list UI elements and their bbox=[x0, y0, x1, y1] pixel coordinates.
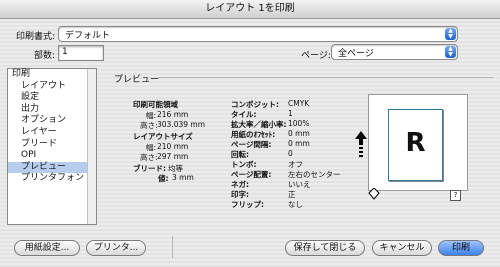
pa-width-value: 216 mm bbox=[157, 110, 189, 119]
popup-arrows-icon: ▲ ▼ bbox=[445, 28, 456, 40]
save-close-button[interactable]: 保存して閉じる bbox=[285, 240, 365, 256]
scale-value: 100% bbox=[288, 119, 310, 128]
bleed-amount-value: 3 mm bbox=[172, 173, 194, 182]
sidebar-item-print[interactable]: 印刷 bbox=[8, 69, 96, 81]
pa-height-label: 高さ: bbox=[140, 121, 158, 130]
tile-value: 1 bbox=[288, 109, 293, 118]
section-divider bbox=[158, 77, 493, 78]
flip-value: なし bbox=[288, 200, 303, 209]
panel-list[interactable]: 印刷 レイアウト 設定 出力 オプション レイヤー ブリード OPI プレビュー… bbox=[7, 68, 97, 225]
cancel-button[interactable]: キャンセル bbox=[372, 240, 432, 256]
copies-value: 1 bbox=[62, 47, 68, 57]
print-style-label: 印刷書式: bbox=[16, 32, 56, 42]
sidebar-item-preview[interactable]: プレビュー bbox=[8, 161, 96, 174]
bleed-amount-label: 値: bbox=[158, 174, 169, 183]
pa-height-value: 303.039 mm bbox=[157, 120, 206, 129]
composite-value: CMYK bbox=[288, 99, 310, 108]
sidebar-item-layout[interactable]: レイアウト bbox=[8, 81, 96, 93]
sidebar-item-layers[interactable]: レイヤー bbox=[8, 127, 96, 139]
paper-setup-button[interactable]: 用紙設定... bbox=[14, 240, 80, 256]
sidebar-item-output[interactable]: 出力 bbox=[8, 104, 96, 116]
pages-label: ページ: bbox=[301, 51, 331, 61]
pages-value: 全ページ bbox=[338, 49, 374, 59]
copies-label: 部数: bbox=[34, 51, 56, 61]
sidebar-scrollbar[interactable] bbox=[87, 69, 96, 224]
flip-label: フリップ: bbox=[231, 200, 264, 209]
paper-offset-value: 0 mm bbox=[288, 129, 310, 138]
print-style-value: デフォルト bbox=[65, 31, 111, 41]
layout-size-label: レイアウトサイズ bbox=[133, 132, 193, 141]
ls-height-label: 高さ: bbox=[140, 153, 158, 162]
print-style-popup[interactable]: デフォルト ▲ ▼ bbox=[58, 26, 458, 42]
page-gap-value: 0 mm bbox=[288, 139, 310, 148]
page-orientation-letter: R bbox=[405, 128, 426, 158]
sidebar-item-settings[interactable]: 設定 bbox=[8, 92, 96, 104]
popup-arrows-icon: ▲ ▼ bbox=[445, 46, 456, 58]
rotation-value: 0 bbox=[288, 149, 293, 158]
button-separator bbox=[172, 236, 173, 258]
print-button[interactable]: 印刷 bbox=[438, 240, 484, 256]
ls-width-value: 210 mm bbox=[157, 142, 189, 151]
printable-area-label: 印刷可能領域 bbox=[133, 100, 178, 109]
feed-direction-arrow-icon bbox=[355, 131, 367, 161]
preview-page: R bbox=[388, 109, 443, 181]
sidebar-item-bleed[interactable]: ブリード bbox=[8, 139, 96, 151]
help-icon[interactable]: ? bbox=[450, 190, 461, 201]
paper-corner-icon bbox=[368, 187, 380, 200]
printer-button[interactable]: プリンタ... bbox=[86, 240, 146, 256]
sidebar-item-opi[interactable]: OPI bbox=[8, 150, 96, 162]
sidebar-item-options[interactable]: オプション bbox=[8, 115, 96, 127]
pages-popup[interactable]: 全ページ ▲ ▼ bbox=[331, 44, 458, 60]
sidebar-item-printer-fonts[interactable]: プリンタフォント bbox=[8, 173, 96, 185]
section-title: プレビュー bbox=[114, 75, 160, 85]
window-title: レイアウト 1を印刷 bbox=[0, 0, 500, 19]
copies-field[interactable]: 1 bbox=[58, 45, 104, 61]
ls-height-value: 297 mm bbox=[157, 152, 189, 161]
